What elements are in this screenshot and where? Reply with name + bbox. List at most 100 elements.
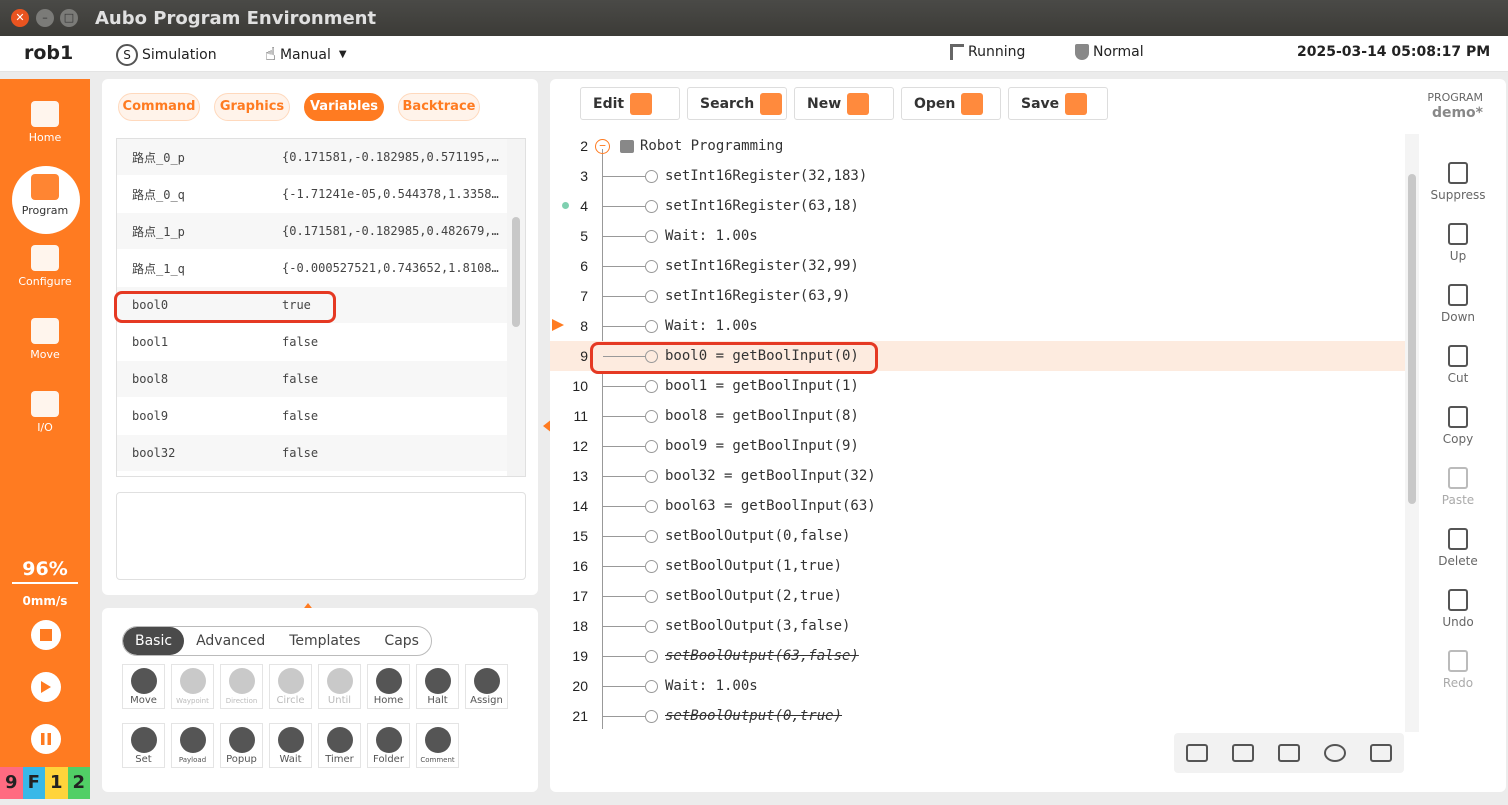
delete-button[interactable]: Delete [1425, 528, 1491, 568]
code-line[interactable]: 7 setInt16Register(63,9) [550, 281, 1405, 311]
block-comment[interactable]: Comment [416, 723, 459, 768]
line-number: 6 [580, 258, 588, 274]
block-waypoint[interactable]: Waypoint [171, 664, 214, 709]
mode-dropdown[interactable]: ☝ Manual ▼ [265, 44, 347, 65]
block-label: Assign [470, 695, 503, 706]
block-label: Home [373, 695, 404, 706]
variables-scrollbar[interactable] [507, 139, 525, 476]
scrollbar-thumb[interactable] [512, 217, 520, 327]
minimize-icon[interactable]: – [36, 9, 54, 27]
speed-value[interactable]: 96% [12, 558, 78, 584]
edit-button[interactable]: Edit [580, 87, 680, 120]
tab-basic[interactable]: Basic [123, 627, 185, 655]
line-number: 19 [572, 648, 588, 664]
folder-icon [961, 92, 984, 115]
code-line[interactable]: 11 bool8 = getBoolInput(8) [550, 401, 1405, 431]
fkey-1[interactable]: 1 [45, 767, 68, 799]
paste-button[interactable]: Paste [1425, 467, 1491, 507]
cut-button[interactable]: Cut [1425, 345, 1491, 385]
sidebar-item-move[interactable]: Move [0, 296, 90, 362]
sidebar-item-home[interactable]: Home [0, 79, 90, 145]
code-line[interactable]: 5 Wait: 1.00s [550, 221, 1405, 251]
tab-backtrace[interactable]: Backtrace [398, 93, 480, 121]
table-row[interactable]: bool9 false [117, 398, 525, 435]
code-line[interactable]: 6 setInt16Register(32,99) [550, 251, 1405, 281]
copy-button[interactable]: Copy [1425, 406, 1491, 446]
code-line[interactable]: 16 setBoolOutput(1,true) [550, 551, 1405, 581]
code-line[interactable]: 12 bool9 = getBoolInput(9) [550, 431, 1405, 461]
step-button[interactable] [31, 672, 61, 702]
sidebar-item-configure[interactable]: Configure [0, 223, 90, 289]
redo-button[interactable]: Redo [1425, 650, 1491, 690]
block-halt[interactable]: Halt [416, 664, 459, 709]
code-line[interactable]: 10 bool1 = getBoolInput(1) [550, 371, 1405, 401]
code-line[interactable]: 21 setBoolOutput(0,true) [550, 701, 1405, 731]
tree-branch [603, 505, 645, 507]
code-line[interactable]: 15 setBoolOutput(0,false) [550, 521, 1405, 551]
tab-advanced[interactable]: Advanced [184, 627, 277, 655]
fkey-9[interactable]: 9 [0, 767, 23, 799]
block-wait[interactable]: Wait [269, 723, 312, 768]
table-row[interactable]: bool32 false [117, 435, 525, 472]
code-line[interactable]: 3 setInt16Register(32,183) [550, 161, 1405, 191]
block-set[interactable]: Set [122, 723, 165, 768]
target-icon[interactable] [1324, 744, 1346, 762]
expand-lines-icon[interactable] [1186, 744, 1208, 762]
block-circle[interactable]: Circle [269, 664, 312, 709]
close-icon[interactable]: ✕ [11, 9, 29, 27]
code-line[interactable]: 13 bool32 = getBoolInput(32) [550, 461, 1405, 491]
code-line[interactable]: 4 setInt16Register(63,18) [550, 191, 1405, 221]
fkey-f[interactable]: F [22, 767, 45, 799]
up-button[interactable]: Up [1425, 223, 1491, 263]
sidebar-item-program[interactable]: Program [0, 152, 90, 218]
table-row[interactable]: 路点_0_p {0.171581,-0.182985,0.571195,… [117, 139, 525, 176]
stop-button[interactable] [31, 620, 61, 650]
code-scrollbar[interactable] [1405, 134, 1419, 732]
block-direction[interactable]: Direction [220, 664, 263, 709]
new-button[interactable]: New [794, 87, 894, 120]
scrollbar-thumb[interactable] [1408, 174, 1416, 504]
code-line[interactable]: 2− Robot Programming [550, 131, 1405, 161]
block-move[interactable]: Move [122, 664, 165, 709]
maximize-icon[interactable]: □ [60, 9, 78, 27]
tab-variables[interactable]: Variables [304, 93, 384, 121]
search-button[interactable]: Search [687, 87, 787, 120]
block-assign[interactable]: Assign [465, 664, 508, 709]
fullscreen-icon[interactable] [1278, 744, 1300, 762]
sidebar-item-io[interactable]: I/O [0, 369, 90, 435]
code-line[interactable]: 17 setBoolOutput(2,true) [550, 581, 1405, 611]
down-button[interactable]: Down [1425, 284, 1491, 324]
undo-button[interactable]: Undo [1425, 589, 1491, 629]
pause-button[interactable] [31, 724, 61, 754]
code-line[interactable]: 8 Wait: 1.00s [550, 311, 1405, 341]
table-row[interactable]: bool1 false [117, 324, 525, 361]
block-timer[interactable]: Timer [318, 723, 361, 768]
suppress-button[interactable]: Suppress [1425, 162, 1491, 202]
variable-detail-area[interactable] [116, 492, 526, 580]
block-until[interactable]: Until [318, 664, 361, 709]
code-line[interactable]: 18 setBoolOutput(3,false) [550, 611, 1405, 641]
code-view-icon[interactable] [1370, 744, 1392, 762]
node-icon [645, 529, 658, 543]
code-line[interactable]: 14 bool63 = getBoolInput(63) [550, 491, 1405, 521]
code-line[interactable]: 20 Wait: 1.00s [550, 671, 1405, 701]
tab-command[interactable]: Command [118, 93, 200, 121]
block-home[interactable]: Home [367, 664, 410, 709]
collapse-icon[interactable] [1232, 744, 1254, 762]
open-button[interactable]: Open [901, 87, 1001, 120]
block-folder[interactable]: Folder [367, 723, 410, 768]
tab-graphics[interactable]: Graphics [214, 93, 290, 121]
fkey-2[interactable]: 2 [67, 767, 90, 799]
simulation-toggle[interactable]: S Simulation [116, 44, 217, 66]
table-row[interactable]: bool8 false [117, 361, 525, 398]
tab-templates[interactable]: Templates [277, 627, 372, 655]
block-popup[interactable]: Popup [220, 723, 263, 768]
block-payload[interactable]: Payload [171, 723, 214, 768]
table-row[interactable]: 路点_1_q {-0.000527521,0.743652,1.8108… [117, 250, 525, 287]
tab-caps[interactable]: Caps [372, 627, 431, 655]
code-line[interactable]: 19 setBoolOutput(63,false) [550, 641, 1405, 671]
table-row[interactable]: 路点_1_p {0.171581,-0.182985,0.482679,… [117, 213, 525, 250]
table-row[interactable]: 路点_0_q {-1.71241e-05,0.544378,1.3358… [117, 176, 525, 213]
collapse-toggle-icon[interactable]: − [595, 138, 610, 154]
save-button[interactable]: Save [1008, 87, 1108, 120]
